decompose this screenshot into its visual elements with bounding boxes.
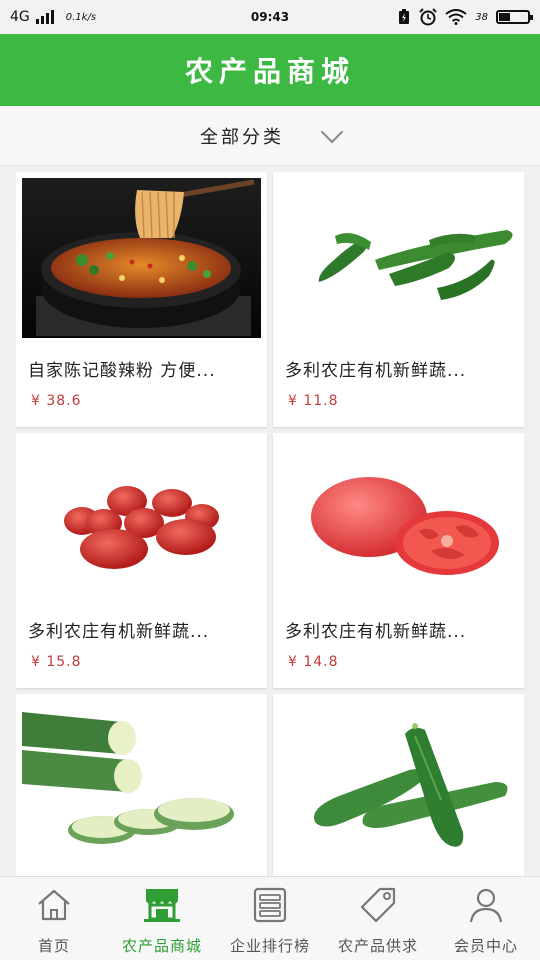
product-card[interactable] [273, 694, 524, 876]
tag-icon [360, 887, 396, 923]
product-price: ¥ 15.8 [31, 654, 82, 670]
wifi-icon [445, 9, 467, 25]
app-header: 农产品商城 [0, 34, 540, 106]
tab-label: 企业排行榜 [229, 937, 310, 955]
product-card[interactable]: 多利农庄有机新鲜蔬... ¥ 14.8 [273, 433, 524, 688]
list-icon [253, 887, 287, 923]
luffa-image [22, 700, 261, 860]
product-card[interactable] [16, 694, 267, 876]
tab-home[interactable]: 首页 [0, 877, 108, 960]
product-name: 多利农庄有机新鲜蔬... [285, 361, 467, 381]
tab-label: 首页 [37, 937, 70, 955]
user-icon [469, 888, 503, 923]
tomatoes-image [279, 439, 518, 599]
product-price: ¥ 14.8 [288, 654, 339, 670]
tab-store[interactable]: 农产品商城 [108, 877, 216, 960]
battery-percent: 38 [475, 11, 488, 23]
status-left: 4G 0.1k/s [10, 9, 210, 25]
product-grid: 自家陈记酸辣粉 方便... ¥ 38.6 多利农庄有机新鲜蔬... ¥ 11.8 [16, 172, 524, 876]
product-card[interactable]: 自家陈记酸辣粉 方便... ¥ 38.6 [16, 172, 267, 427]
network-type: 4G [10, 9, 30, 25]
tab-ranking[interactable]: 企业排行榜 [216, 877, 324, 960]
battery-saver-icon [399, 9, 410, 24]
chevron-down-icon [320, 120, 344, 143]
network-speed: 0.1k/s [65, 11, 97, 23]
green-peppers-image [279, 178, 518, 338]
status-right: 38 [397, 8, 533, 26]
product-name: 多利农庄有机新鲜蔬... [285, 622, 467, 642]
bottom-tab-bar: 首页 农产品商城 企业排行榜 农产品供求 会员中心 [0, 876, 540, 960]
product-card[interactable]: 多利农庄有机新鲜蔬... ¥ 15.8 [16, 433, 267, 688]
product-price: ¥ 11.8 [288, 393, 339, 409]
home-icon [38, 889, 70, 921]
tab-label: 会员中心 [453, 937, 518, 955]
category-filter-label: 全部分类 [200, 126, 284, 148]
signal-icon [35, 10, 54, 24]
product-price: ¥ 38.6 [31, 393, 82, 409]
tab-member-center[interactable]: 会员中心 [432, 877, 540, 960]
category-filter[interactable]: 全部分类 [0, 106, 540, 166]
battery-icon [496, 10, 533, 24]
product-card[interactable]: 多利农庄有机新鲜蔬... ¥ 11.8 [273, 172, 524, 427]
product-name: 多利农庄有机新鲜蔬... [28, 622, 210, 642]
alarm-icon [419, 8, 437, 26]
status-bar: 4G 0.1k/s 09:43 38 [0, 0, 540, 34]
cherry-tomatoes-image [22, 439, 261, 599]
page-title: 农产品商城 [184, 55, 355, 88]
product-name: 自家陈记酸辣粉 方便... [28, 361, 216, 381]
tab-label: 农产品供求 [337, 937, 418, 955]
cucumbers-image [279, 700, 518, 860]
tab-label: 农产品商城 [121, 937, 202, 955]
tab-supply-demand[interactable]: 农产品供求 [324, 877, 432, 960]
hot-sour-noodles-image [22, 178, 261, 338]
store-icon [144, 889, 180, 922]
battery-fill [499, 13, 510, 21]
